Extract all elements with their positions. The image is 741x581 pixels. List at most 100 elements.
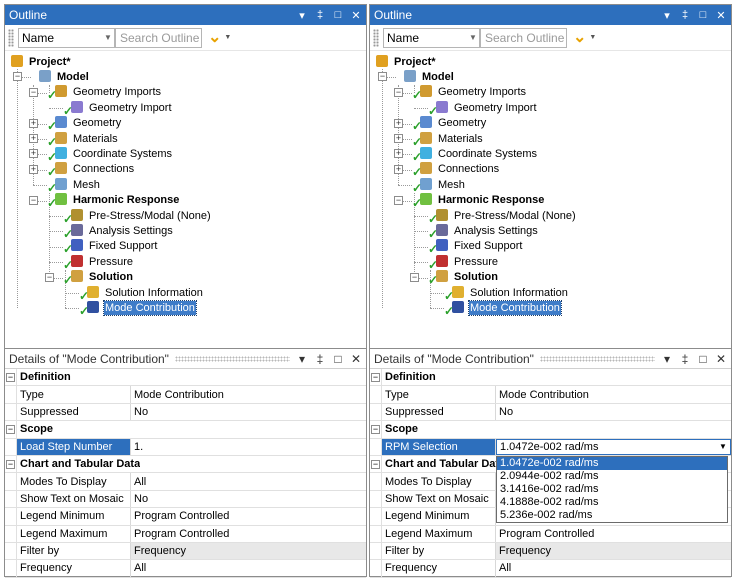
- maximize-icon[interactable]: □: [697, 9, 709, 22]
- details-property-row[interactable]: Show Text on Mosaic No: [5, 490, 366, 509]
- expand-icon[interactable]: +: [29, 118, 38, 128]
- details-property-row[interactable]: Legend Minimum Program Controlled: [5, 508, 366, 526]
- details-property-row[interactable]: Type Mode Contribution: [370, 386, 731, 404]
- details-property-row[interactable]: Type Mode Contribution: [5, 386, 366, 404]
- tree-node[interactable]: ✓ Harmonic Response: [412, 193, 545, 210]
- tree-node[interactable]: ✓ Mesh: [47, 177, 101, 195]
- collapse-icon[interactable]: −: [378, 72, 387, 82]
- filter-type-select[interactable]: Name ▼: [383, 27, 480, 48]
- maximize-icon[interactable]: □: [332, 352, 344, 366]
- rpm-option[interactable]: 1.0472e-002 rad/ms: [497, 457, 727, 470]
- details-property-row[interactable]: RPM Selection 1.0472e-002 rad/ms ▼: [370, 438, 731, 456]
- tree-node[interactable]: ✓ Geometry Import: [428, 100, 538, 118]
- collapse-icon[interactable]: −: [371, 424, 380, 434]
- tree-node[interactable]: ✓ Coordinate Systems: [47, 146, 173, 164]
- details-property-row[interactable]: Frequency All: [370, 560, 731, 578]
- close-icon[interactable]: ✕: [350, 9, 362, 22]
- details-property-row[interactable]: Suppressed No: [370, 403, 731, 422]
- menu-arrow-icon[interactable]: ▾: [296, 9, 308, 22]
- expand-icon[interactable]: +: [394, 164, 403, 174]
- tree-node[interactable]: ✓ Solution Information: [79, 285, 204, 303]
- collapse-icon[interactable]: −: [6, 372, 15, 382]
- tree-node[interactable]: ✓ Connections: [47, 162, 135, 179]
- collapse-icon[interactable]: −: [6, 424, 15, 434]
- collapse-icon[interactable]: −: [45, 272, 54, 282]
- tree-node[interactable]: ✓ Solution: [63, 270, 134, 287]
- collapse-icon[interactable]: −: [6, 459, 15, 469]
- expand-icon[interactable]: +: [394, 118, 403, 128]
- menu-arrow-icon[interactable]: ▾: [661, 9, 673, 22]
- filter-type-select[interactable]: Name ▼: [18, 27, 115, 48]
- tree-node[interactable]: ✓ Coordinate Systems: [412, 146, 538, 164]
- tree-node[interactable]: ✓ Fixed Support: [428, 239, 523, 256]
- tree-node[interactable]: Project*: [9, 54, 72, 69]
- tree-node[interactable]: ✓ Mode Contribution: [444, 299, 562, 318]
- toolbar-grip[interactable]: [8, 28, 14, 47]
- expand-icon[interactable]: +: [394, 149, 403, 159]
- tree-node[interactable]: ✓ Pressure: [63, 254, 134, 272]
- menu-arrow-icon[interactable]: ▾: [661, 352, 673, 366]
- details-section-header[interactable]: − Scope: [5, 421, 366, 439]
- tree-node[interactable]: ✓ Analysis Settings: [428, 223, 539, 241]
- details-property-row[interactable]: Legend Maximum Program Controlled: [5, 525, 366, 543]
- tree-node[interactable]: Model: [37, 69, 90, 84]
- close-icon[interactable]: ✕: [715, 9, 727, 22]
- tree-node[interactable]: ✓ Fixed Support: [63, 239, 158, 256]
- rpm-options-list[interactable]: 1.0472e-002 rad/ms 2.0944e-002 rad/ms 3.14…: [496, 456, 728, 523]
- rpm-selection-select[interactable]: 1.0472e-002 rad/ms ▼: [496, 438, 731, 455]
- titlebar-grip[interactable]: [174, 355, 290, 362]
- details-section-header[interactable]: − Chart and Tabular Data: [5, 455, 366, 474]
- rpm-option[interactable]: 2.0944e-002 rad/ms: [497, 470, 727, 483]
- search-outline-input[interactable]: Search Outline: [480, 27, 567, 48]
- expand-icon[interactable]: +: [29, 164, 38, 174]
- tree-node[interactable]: ✓ Solution Information: [444, 285, 569, 303]
- tree-node[interactable]: ✓ Geometry: [47, 116, 122, 133]
- pin-icon[interactable]: ‡: [314, 9, 326, 22]
- toolbar-grip[interactable]: [373, 28, 379, 47]
- tree-node[interactable]: ✓ Analysis Settings: [63, 223, 174, 241]
- details-property-row[interactable]: Legend Maximum Program Controlled: [370, 525, 731, 543]
- tree-node[interactable]: ✓ Harmonic Response: [47, 193, 180, 210]
- pin-icon[interactable]: ‡: [679, 352, 691, 366]
- tree-node[interactable]: ✓ Geometry: [412, 116, 487, 133]
- filter-chevron-icon[interactable]: ⌄: [573, 29, 586, 45]
- close-icon[interactable]: ✕: [715, 352, 727, 366]
- tree-node[interactable]: ✓ Materials: [47, 131, 119, 149]
- details-section-header[interactable]: − Scope: [370, 421, 731, 439]
- tree-node[interactable]: ✓ Geometry Imports: [412, 85, 527, 102]
- tree-node[interactable]: ✓ Connections: [412, 162, 500, 179]
- details-section-header[interactable]: − Definition: [5, 369, 366, 387]
- maximize-icon[interactable]: □: [697, 352, 709, 366]
- menu-arrow-icon[interactable]: ▾: [296, 352, 308, 366]
- filter-chevron-icon[interactable]: ⌄: [208, 29, 221, 45]
- collapse-icon[interactable]: −: [29, 87, 38, 97]
- collapse-icon[interactable]: −: [371, 372, 380, 382]
- collapse-icon[interactable]: −: [371, 459, 380, 469]
- titlebar-grip[interactable]: [539, 355, 655, 362]
- filter-dropdown-arrow-icon[interactable]: ▼: [589, 34, 596, 41]
- tree-node[interactable]: ✓ Geometry Imports: [47, 85, 162, 102]
- close-icon[interactable]: ✕: [350, 352, 362, 366]
- filter-dropdown-arrow-icon[interactable]: ▼: [224, 34, 231, 41]
- details-property-row[interactable]: Load Step Number 1.: [5, 438, 366, 456]
- tree-node[interactable]: ✓ Mesh: [412, 177, 466, 195]
- maximize-icon[interactable]: □: [332, 9, 344, 22]
- pin-icon[interactable]: ‡: [679, 9, 691, 22]
- collapse-icon[interactable]: −: [394, 87, 403, 97]
- details-property-row[interactable]: Filter by Frequency: [5, 542, 366, 561]
- chevron-down-icon[interactable]: ▼: [716, 442, 730, 451]
- tree-node[interactable]: ✓ Geometry Import: [63, 100, 173, 118]
- details-property-row[interactable]: Filter by Frequency: [370, 542, 731, 561]
- details-property-row[interactable]: Modes To Display All: [5, 473, 366, 491]
- collapse-icon[interactable]: −: [13, 72, 22, 82]
- collapse-icon[interactable]: −: [29, 195, 38, 205]
- expand-icon[interactable]: +: [29, 149, 38, 159]
- expand-icon[interactable]: +: [29, 134, 38, 143]
- tree-node[interactable]: ✓ Pre-Stress/Modal (None): [428, 208, 577, 226]
- collapse-icon[interactable]: −: [394, 195, 403, 205]
- tree-node[interactable]: ✓ Solution: [428, 270, 499, 287]
- search-outline-input[interactable]: Search Outline: [115, 27, 202, 48]
- details-section-header[interactable]: − Definition: [370, 369, 731, 387]
- expand-icon[interactable]: +: [394, 134, 403, 143]
- rpm-option[interactable]: 5.236e-002 rad/ms: [497, 509, 727, 522]
